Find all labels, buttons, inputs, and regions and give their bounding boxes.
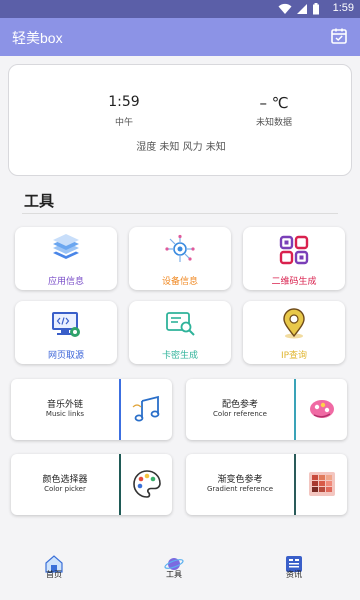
card-music-links[interactable]: 音乐外链 Music links: [11, 379, 172, 440]
tool-ip-lookup[interactable]: IP查询: [243, 301, 345, 364]
key-card-icon: [166, 312, 195, 336]
tool-key-card[interactable]: 卡密生成: [129, 301, 231, 364]
battery-icon: [313, 3, 319, 15]
card-color-picker[interactable]: 颜色选择器 Color picker: [11, 454, 172, 515]
nav-item-tools[interactable]: 工具: [144, 552, 204, 592]
card-accent-bar: [294, 379, 296, 440]
app-title: 轻美box: [12, 30, 63, 46]
bottom-navigation: 首页 工具 资讯: [0, 548, 360, 600]
app-bar: 轻美box: [0, 18, 360, 56]
tool-device-info[interactable]: 设备信息: [129, 227, 231, 290]
calendar-icon[interactable]: [330, 27, 348, 45]
card-gradient-reference[interactable]: 渐变色参考 Gradient reference: [186, 454, 347, 515]
paint-swatch-icon: [310, 400, 334, 418]
tool-label: 网页取源: [47, 351, 84, 361]
weather-data-status: 未知数据: [255, 118, 292, 128]
status-icons: [278, 3, 320, 15]
card-title: 渐变色参考: [217, 475, 263, 485]
nav-item-news[interactable]: 资讯: [264, 552, 324, 592]
card-color-reference[interactable]: 配色参考 Color reference: [186, 379, 347, 440]
tool-qr-code[interactable]: 二维码生成: [243, 227, 345, 290]
card-accent-bar: [294, 454, 296, 515]
card-title: 颜色选择器: [42, 475, 88, 485]
card-title: 音乐外链: [46, 400, 83, 410]
tool-label: 应用信息: [47, 277, 84, 287]
tool-label: 卡密生成: [161, 351, 198, 361]
status-bar: 1:59: [0, 0, 360, 18]
qr-code-icon: [279, 235, 309, 265]
device-chip-icon: [165, 234, 195, 262]
card-subtitle: Gradient reference: [206, 485, 274, 493]
card-subtitle: Music links: [45, 410, 85, 418]
tool-label: 二维码生成: [271, 277, 317, 287]
weather-detail-line: 湿度 未知 风力 未知: [136, 142, 226, 153]
tool-label: 设备信息: [161, 277, 198, 287]
status-time: 1:59: [332, 2, 354, 14]
weather-card: 1:59 中午 – ℃ 未知数据 湿度 未知 风力 未知: [8, 64, 352, 176]
card-subtitle: Color reference: [213, 410, 267, 418]
nav-item-home[interactable]: 首页: [24, 552, 84, 592]
wifi-icon: [278, 3, 292, 15]
card-title: 配色参考: [221, 400, 258, 410]
section-divider: [22, 213, 338, 214]
card-accent-bar: [119, 379, 121, 440]
location-pin-icon: [283, 308, 305, 339]
weather-time: 1:59: [108, 94, 140, 110]
card-subtitle: Color picker: [44, 485, 86, 493]
tools-section-title: 工具: [24, 192, 55, 210]
music-note-icon: [132, 395, 160, 422]
weather-temperature: – ℃: [259, 94, 289, 112]
tool-app-info[interactable]: 应用信息: [15, 227, 117, 290]
tool-label: IP查询: [280, 351, 308, 361]
weather-period: 中午: [114, 118, 133, 128]
gradient-grid-icon: [309, 472, 335, 496]
nav-label: 工具: [166, 570, 182, 579]
nav-label: 资讯: [286, 570, 302, 579]
webpage-source-icon: [52, 312, 80, 337]
signal-icon: [297, 4, 307, 14]
palette-icon: [133, 470, 161, 498]
card-accent-bar: [119, 454, 121, 515]
layers-icon: [53, 234, 79, 259]
tool-webpage-source[interactable]: 网页取源: [15, 301, 117, 364]
nav-label: 首页: [46, 570, 62, 579]
